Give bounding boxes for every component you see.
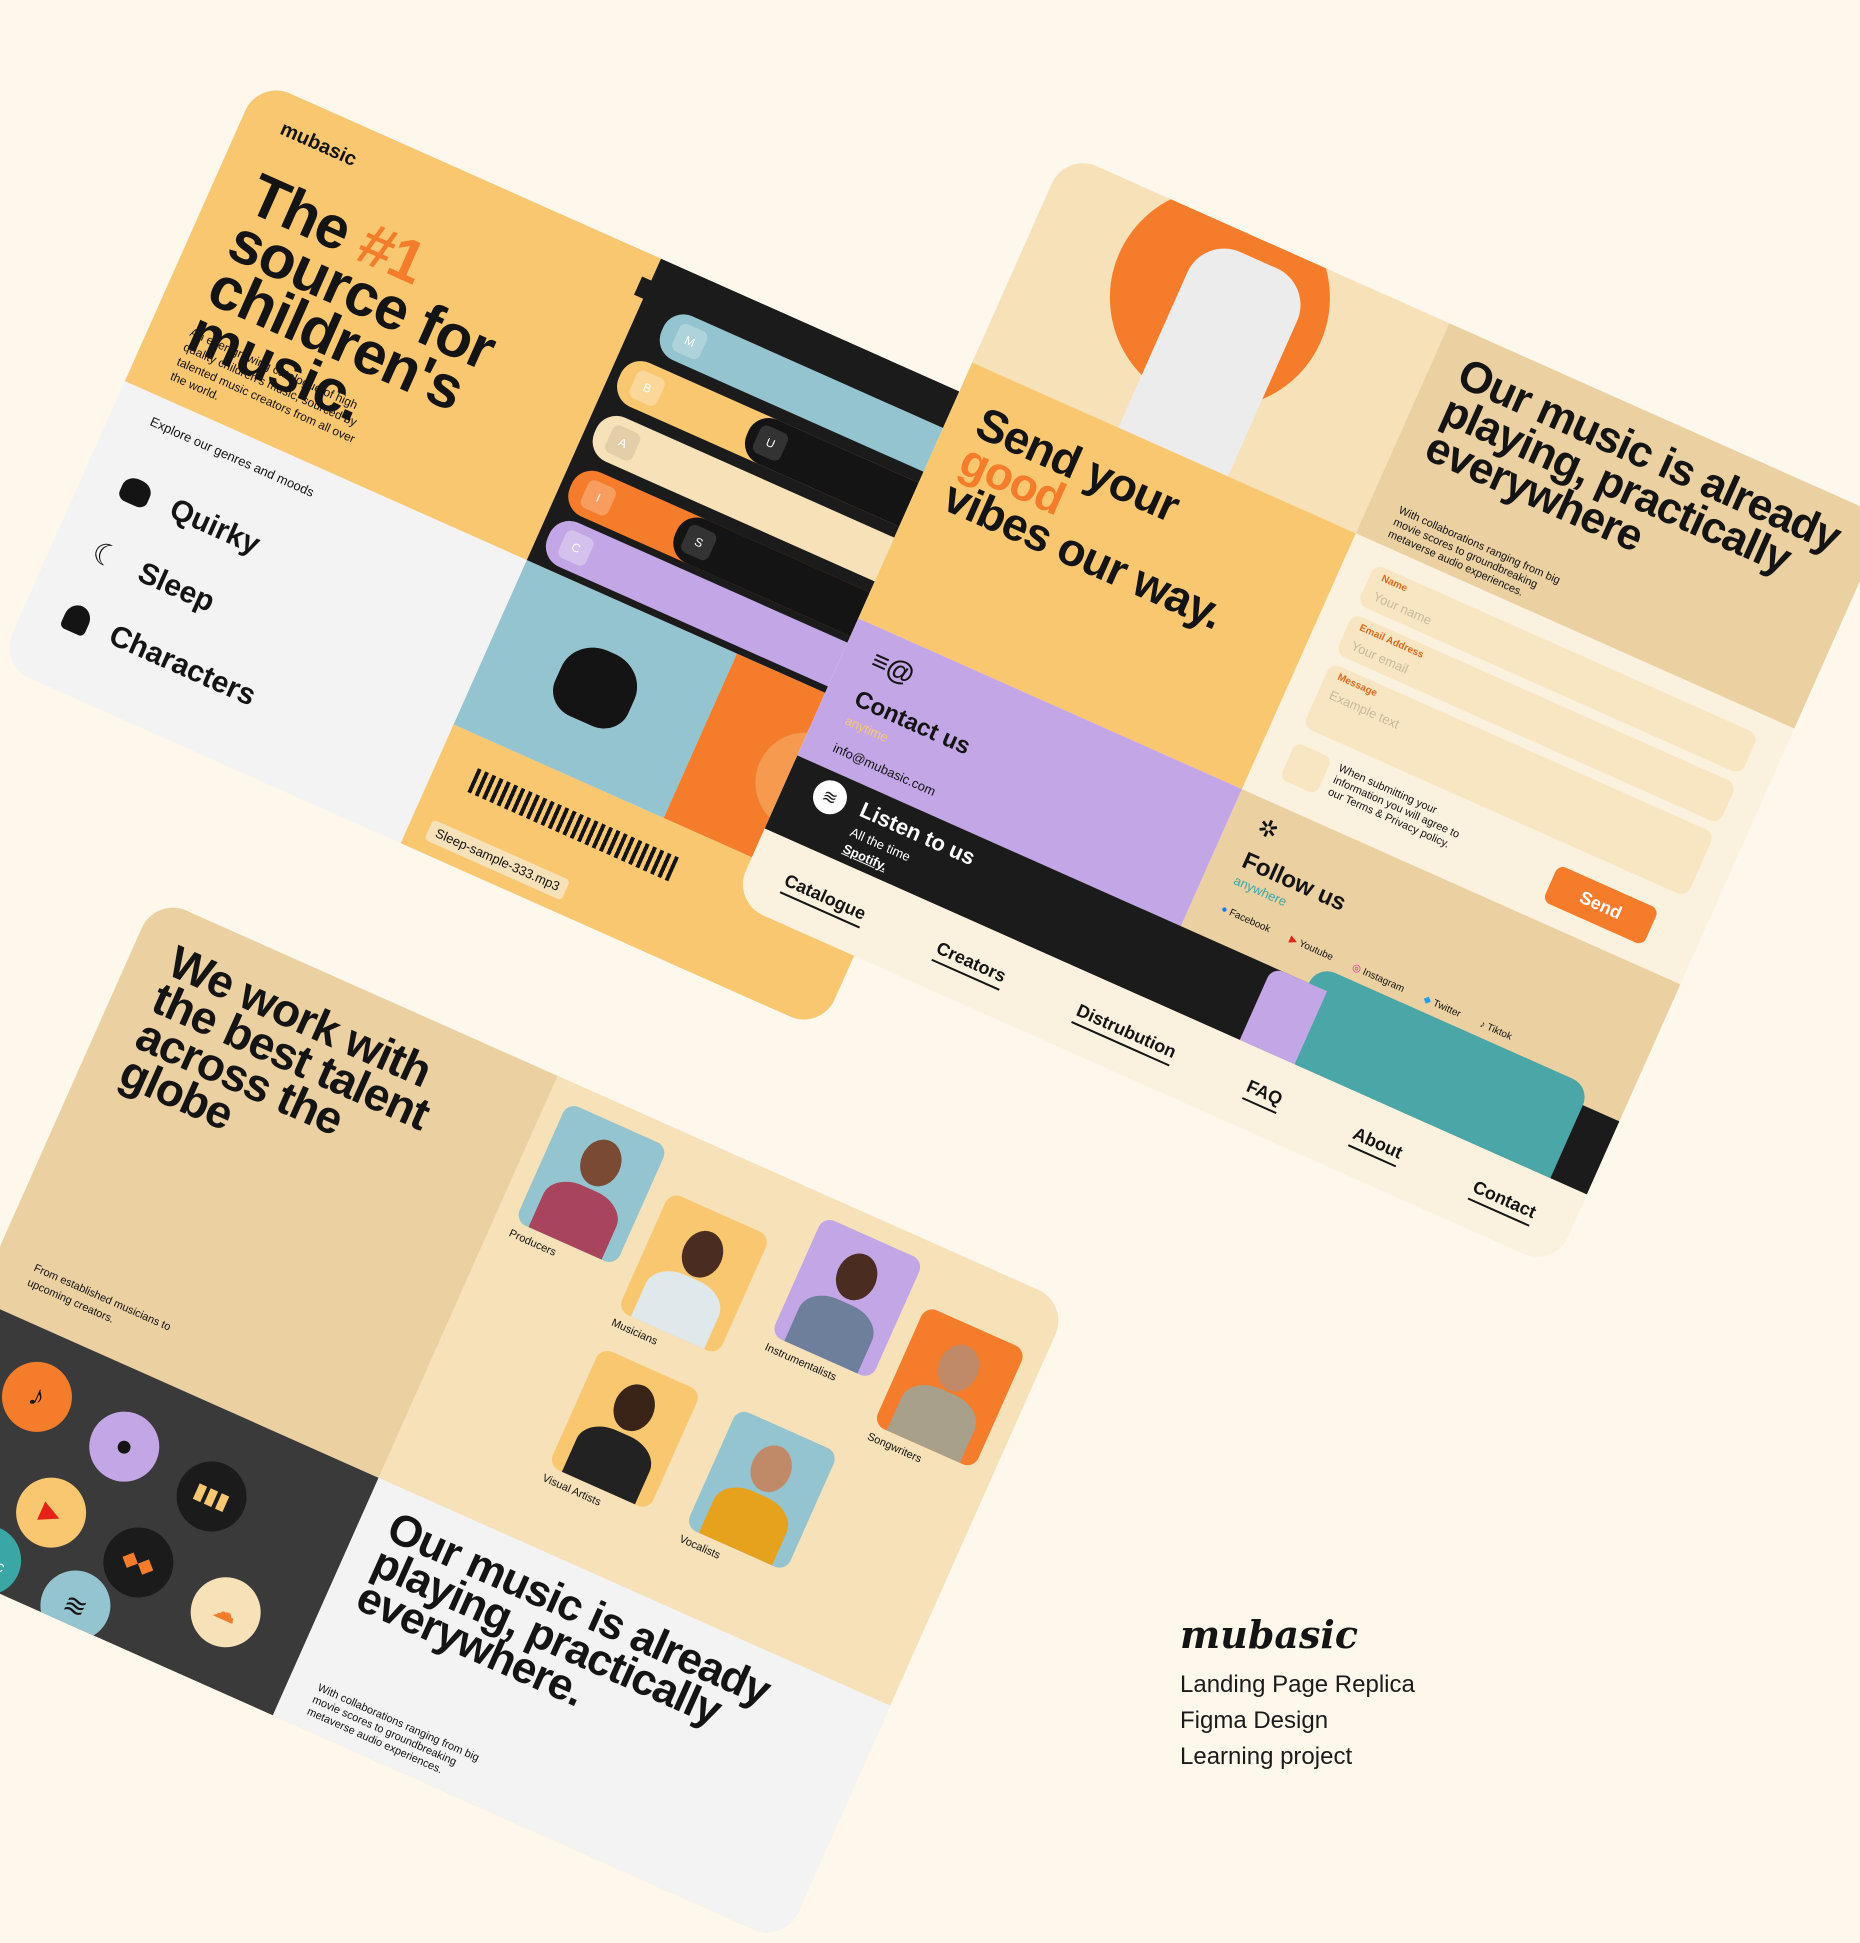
social-label: Twitter [1430,997,1463,1020]
social-label: Youtube [1297,938,1335,964]
moon-icon: ☾ [86,535,125,577]
nav-faq[interactable]: FAQ [1241,1075,1286,1114]
nav-contact[interactable]: Contact [1468,1176,1540,1227]
board-talent: We work with the best talent across the … [0,896,1070,1943]
everywhere-blurb: With collaborations ranging from big mov… [305,1681,481,1777]
nav-creators[interactable]: Creators [931,937,1010,991]
genre-label: Quirky [164,492,266,562]
caption-line-1: Landing Page Replica [1180,1671,1415,1698]
caption: mubasic Landing Page Replica Figma Desig… [1180,1612,1580,1775]
social-label: Tiktok [1484,1021,1514,1043]
genre-quirky[interactable]: Quirky [115,470,265,562]
board-contact: Our music is already playing, practicall… [732,152,1860,1268]
talent-title: We work with the best talent across the … [112,935,440,1146]
genre-characters[interactable]: Characters [58,598,261,713]
caption-logo: mubasic [1180,1612,1358,1657]
nav-distribution[interactable]: Distrubution [1071,999,1180,1067]
logo[interactable]: mubasic [276,118,360,172]
nav-catalogue[interactable]: Catalogue [779,869,870,928]
monster-illustration-icon [544,636,649,738]
cursor-icon: ✲ [1253,813,1283,847]
genre-sleep[interactable]: ☾ Sleep [86,534,220,619]
nav-about[interactable]: About [1348,1122,1406,1167]
caption-line-2: Figma Design [1180,1707,1329,1734]
monster-icon [116,474,155,511]
amazon-music-text: music [0,1544,8,1577]
soundcloud-icon[interactable]: ☁ [179,1566,272,1659]
genre-label: Sleep [133,555,220,619]
social-facebook[interactable]: ● Facebook [1219,904,1272,936]
consent-checkbox[interactable] [1279,741,1333,795]
spotify-icon: ≋ [807,774,853,820]
contact-icon: ≡@ [866,644,920,691]
social-youtube[interactable]: ▶ Youtube [1288,934,1335,963]
social-label: Facebook [1227,907,1272,936]
file-name: Sleep-sample-333.mp3 [424,819,571,901]
name-placeholder: Your name [1370,588,1435,628]
youtube-icon[interactable]: ▶ [4,1466,98,1559]
apple-music-icon[interactable]: ● [78,1400,171,1493]
genre-label: Characters [104,618,261,713]
caption-line-3: Learning project [1180,1743,1353,1770]
shazam-icon[interactable]: S [0,1416,11,1510]
tiktok-icon[interactable]: ♪ [0,1350,84,1444]
octopus-icon [59,601,95,638]
deezer-icon[interactable]: ▮▮▮ [165,1450,258,1543]
